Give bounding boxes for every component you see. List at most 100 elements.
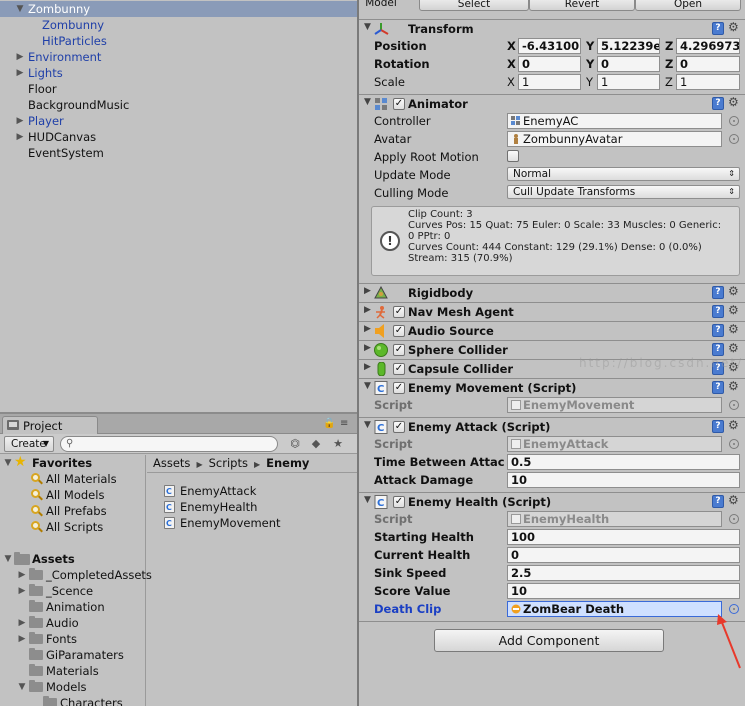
lock-icon[interactable]: 🔒 (323, 418, 335, 429)
object-picker-icon[interactable] (729, 134, 739, 144)
rotation-z-field[interactable]: 0 (676, 56, 740, 72)
sink-speed-field[interactable]: 2.5 (507, 565, 740, 581)
gear-icon[interactable]: ⚙ (728, 20, 739, 34)
rotation-x-field[interactable]: 0 (518, 56, 581, 72)
expand-arrow-icon[interactable]: ▶ (15, 49, 25, 65)
expand-arrow-icon[interactable]: ▶ (15, 129, 25, 145)
help-icon[interactable]: ? (712, 495, 724, 508)
help-icon[interactable]: ? (712, 286, 724, 299)
death-clip-field[interactable]: ZomBear Death (507, 601, 722, 617)
menu-icon[interactable]: ≡ (340, 418, 348, 429)
breadcrumb-item[interactable]: Assets (153, 456, 190, 470)
help-icon[interactable]: ? (712, 305, 724, 318)
filter-by-label-icon[interactable]: ◆ (309, 437, 323, 451)
help-icon[interactable]: ? (712, 381, 724, 394)
expand-arrow-icon[interactable]: ▶ (17, 631, 27, 647)
gear-icon[interactable]: ⚙ (728, 322, 739, 336)
expand-arrow-icon[interactable]: ▶ (17, 567, 27, 583)
expand-arrow-icon[interactable]: ▼ (364, 420, 371, 430)
expand-arrow-icon[interactable]: ▶ (364, 324, 371, 334)
enabled-checkbox[interactable]: ✓ (393, 382, 405, 394)
expand-arrow-icon[interactable]: ▼ (364, 381, 371, 391)
favorite-star-icon[interactable]: ★ (331, 437, 345, 451)
expand-arrow-icon[interactable]: ▼ (364, 22, 371, 32)
breadcrumb-item[interactable]: Scripts (209, 456, 248, 470)
expand-arrow-icon[interactable]: ▶ (15, 65, 25, 81)
enabled-checkbox[interactable]: ✓ (393, 306, 405, 318)
attack-damage-field[interactable]: 10 (507, 472, 740, 488)
transform-header[interactable]: ▼ Transform ? ⚙ (359, 19, 745, 38)
object-picker-icon[interactable] (729, 116, 739, 126)
enabled-checkbox[interactable]: ✓ (393, 496, 405, 508)
score-value-field[interactable]: 10 (507, 583, 740, 599)
scale-y-field[interactable]: 1 (597, 74, 660, 90)
expand-arrow-icon[interactable]: ▼ (3, 551, 13, 567)
controller-field[interactable]: EnemyAC (507, 113, 722, 129)
rotation-y-field[interactable]: 0 (597, 56, 660, 72)
filter-by-type-icon[interactable]: ⏣ (288, 437, 302, 451)
object-picker-icon[interactable] (729, 604, 739, 614)
hierarchy-item-zombunny[interactable]: ▼ Zombunny (0, 1, 357, 17)
enabled-checkbox[interactable]: ✓ (393, 421, 405, 433)
expand-arrow-icon[interactable]: ▼ (364, 97, 371, 107)
search-input[interactable]: ⚲ (60, 436, 278, 452)
expand-arrow-icon[interactable]: ▶ (364, 343, 371, 353)
help-icon[interactable]: ? (712, 97, 724, 110)
apply-root-motion-checkbox[interactable] (507, 150, 519, 162)
select-button[interactable]: Select (419, 0, 529, 11)
expand-arrow-icon[interactable]: ▶ (15, 113, 25, 129)
gear-icon[interactable]: ⚙ (728, 284, 739, 298)
enemy-movement-header[interactable]: ▼ C ✓ Enemy Movement (Script) ? ⚙ (359, 378, 745, 397)
scale-x-field[interactable]: 1 (518, 74, 581, 90)
open-button[interactable]: Open (635, 0, 741, 11)
expand-arrow-icon[interactable]: ▶ (17, 583, 27, 599)
breadcrumb-item-current[interactable]: Enemy (266, 456, 309, 470)
help-icon[interactable]: ? (712, 420, 724, 433)
gear-icon[interactable]: ⚙ (728, 95, 739, 109)
expand-arrow-icon[interactable]: ▼ (17, 679, 27, 695)
tab-project[interactable]: Project (2, 416, 98, 434)
object-picker-icon[interactable] (729, 400, 739, 410)
nav-mesh-agent-header[interactable]: ▶ ✓ Nav Mesh Agent ? ⚙ (359, 302, 745, 321)
avatar-field[interactable]: ZombunnyAvatar (507, 131, 722, 147)
object-picker-icon[interactable] (729, 439, 739, 449)
scale-z-field[interactable]: 1 (676, 74, 740, 90)
expand-arrow-icon[interactable]: ▼ (15, 1, 25, 17)
expand-arrow-icon[interactable]: ▶ (364, 286, 371, 296)
enabled-checkbox[interactable]: ✓ (393, 98, 405, 110)
gear-icon[interactable]: ⚙ (728, 493, 739, 507)
culling-mode-dropdown[interactable]: Cull Update Transforms ⇕ (507, 185, 740, 199)
starting-health-field[interactable]: 100 (507, 529, 740, 545)
enabled-checkbox[interactable]: ✓ (393, 325, 405, 337)
audio-source-header[interactable]: ▶ ✓ Audio Source ? ⚙ (359, 321, 745, 340)
update-mode-dropdown[interactable]: Normal ⇕ (507, 167, 740, 181)
enemy-health-header[interactable]: ▼ C ✓ Enemy Health (Script) ? ⚙ (359, 492, 745, 511)
add-component-button[interactable]: Add Component (434, 629, 664, 652)
position-z-field[interactable]: 4.296973 (676, 38, 740, 54)
expand-arrow-icon[interactable]: ▼ (3, 455, 13, 471)
help-icon[interactable]: ? (712, 324, 724, 337)
expand-arrow-icon[interactable]: ▶ (17, 615, 27, 631)
position-x-field[interactable]: -6.43100 (518, 38, 581, 54)
rigidbody-header[interactable]: ▶ Rigidbody ? ⚙ (359, 283, 745, 302)
revert-button[interactable]: Revert (529, 0, 635, 11)
expand-arrow-icon[interactable]: ▶ (364, 362, 371, 372)
object-picker-icon[interactable] (729, 514, 739, 524)
enemy-attack-header[interactable]: ▼ C ✓ Enemy Attack (Script) ? ⚙ (359, 417, 745, 436)
expand-arrow-icon[interactable]: ▼ (364, 495, 371, 505)
gear-icon[interactable]: ⚙ (728, 379, 739, 393)
enabled-checkbox[interactable]: ✓ (393, 344, 405, 356)
position-y-field[interactable]: 5.12239e (597, 38, 660, 54)
gear-icon[interactable]: ⚙ (728, 341, 739, 355)
help-icon[interactable]: ? (712, 343, 724, 356)
current-health-field[interactable]: 0 (507, 547, 740, 563)
expand-arrow-icon[interactable]: ▶ (364, 305, 371, 315)
time-between-attacks-field[interactable]: 0.5 (507, 454, 740, 470)
gear-icon[interactable]: ⚙ (728, 418, 739, 432)
animator-header[interactable]: ▼ ✓ Animator ? ⚙ (359, 94, 745, 113)
create-button[interactable]: Create ▼ (4, 436, 54, 452)
gear-icon[interactable]: ⚙ (728, 303, 739, 317)
help-icon[interactable]: ? (712, 22, 724, 35)
enabled-checkbox[interactable]: ✓ (393, 363, 405, 375)
search-filter-icon (31, 473, 43, 485)
